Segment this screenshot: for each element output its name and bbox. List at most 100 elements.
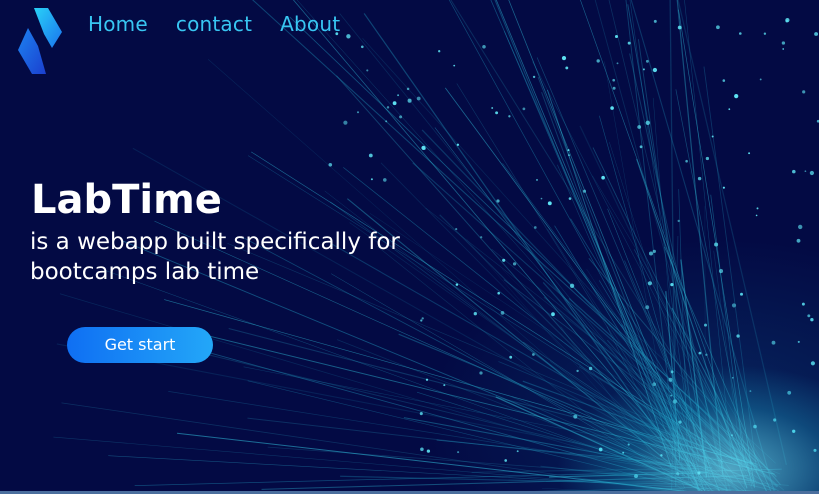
- particle-dot: [698, 351, 702, 355]
- particle-dot: [504, 459, 508, 462]
- particle-dot: [797, 340, 800, 343]
- particle-dot: [596, 59, 600, 63]
- particle-dot: [568, 154, 570, 156]
- particle-dot: [480, 236, 483, 239]
- particle-dot: [497, 291, 501, 295]
- nav-link-home[interactable]: Home: [88, 12, 148, 36]
- particle-dot: [668, 377, 673, 382]
- particle-dot: [748, 152, 751, 155]
- particle-dot: [479, 371, 483, 375]
- particle-dot: [728, 108, 731, 111]
- particle-dot: [672, 399, 678, 404]
- particle-dot: [500, 311, 505, 315]
- particle-dot: [736, 334, 740, 338]
- particle-dot: [798, 224, 803, 230]
- particle-dot: [639, 145, 643, 149]
- particle-dot: [807, 314, 811, 318]
- particle-dot: [781, 41, 786, 45]
- particle-dot: [392, 101, 397, 106]
- particle-dot: [756, 207, 759, 210]
- particle-dot: [540, 197, 543, 200]
- particle-dot: [573, 414, 578, 419]
- particle-dot: [482, 45, 486, 49]
- nav-link-contact[interactable]: contact: [176, 12, 252, 36]
- light-streak: [532, 61, 752, 482]
- particle-dot: [616, 62, 619, 65]
- particle-dot: [705, 353, 708, 356]
- particle-dot: [730, 434, 734, 437]
- particle-dot: [645, 305, 650, 310]
- particle-dot: [627, 443, 630, 446]
- landing-page: Home contact About LabTime is a webapp b…: [0, 0, 819, 494]
- particle-dot: [753, 424, 757, 429]
- particle-dot: [809, 170, 815, 176]
- particle-dot: [677, 219, 680, 223]
- particle-dot: [722, 79, 726, 82]
- particle-dot: [438, 50, 441, 53]
- particle-dot: [614, 34, 619, 39]
- hero-title: LabTime: [31, 177, 222, 223]
- particle-dot: [711, 135, 714, 138]
- particle-dot: [532, 75, 536, 79]
- particle-dot: [755, 214, 758, 217]
- particle-dot: [792, 429, 796, 433]
- particle-dot: [425, 378, 429, 381]
- particle-dot: [731, 303, 737, 308]
- particle-dot: [705, 156, 710, 161]
- particle-dot: [547, 201, 552, 206]
- nav-link-about[interactable]: About: [280, 12, 340, 36]
- particle-dot: [407, 98, 412, 103]
- light-streak: [637, 39, 700, 461]
- particle-dot: [648, 251, 654, 256]
- get-start-button[interactable]: Get start: [67, 327, 213, 363]
- particle-dot: [792, 169, 796, 174]
- particle-dot: [473, 312, 477, 316]
- particle-dot: [653, 19, 657, 23]
- particle-dot: [420, 447, 424, 452]
- particle-dot: [360, 45, 364, 49]
- particle-dot: [582, 189, 587, 193]
- particle-dot: [718, 269, 724, 274]
- particle-dot: [495, 111, 499, 115]
- particle-dot: [508, 115, 511, 118]
- particle-dot: [647, 281, 653, 286]
- particle-dot: [455, 283, 459, 286]
- particle-dot: [368, 153, 373, 158]
- particle-dot: [370, 178, 373, 181]
- particle-dot: [670, 370, 674, 374]
- particle-dot: [652, 67, 658, 73]
- particle-dot: [685, 159, 688, 163]
- top-nav: Home contact About: [88, 12, 340, 36]
- particle-dot: [810, 318, 814, 322]
- particle-dot: [804, 170, 807, 173]
- particle-dot: [416, 96, 421, 101]
- particle-dot: [787, 390, 792, 395]
- particle-dot: [676, 472, 680, 476]
- particle-dot: [740, 292, 743, 296]
- light-streak: [132, 147, 747, 494]
- particle-dot: [343, 120, 348, 125]
- particle-dot: [576, 369, 579, 373]
- light-streak: [627, 4, 710, 481]
- particle-dot: [714, 242, 719, 247]
- particle-dot: [426, 449, 431, 453]
- particle-dot: [328, 163, 333, 167]
- particle-dot: [610, 106, 614, 110]
- particle-dot: [366, 69, 369, 72]
- particle-dot: [496, 199, 500, 203]
- particle-dot: [627, 41, 631, 45]
- particle-dot: [637, 125, 642, 129]
- particle-dot: [677, 25, 682, 30]
- particle-dot: [385, 120, 388, 123]
- chevron-diamond-logo-icon[interactable]: [16, 6, 64, 76]
- particle-dot: [453, 64, 456, 67]
- light-streak: [61, 402, 693, 494]
- particle-dot: [456, 143, 460, 146]
- particle-dot: [738, 32, 742, 35]
- particle-dot: [652, 249, 656, 254]
- particle-dot: [457, 451, 460, 454]
- particle-dot: [645, 59, 649, 63]
- particle-dot: [406, 87, 410, 91]
- particle-dot: [612, 78, 616, 82]
- particle-dot: [697, 471, 701, 475]
